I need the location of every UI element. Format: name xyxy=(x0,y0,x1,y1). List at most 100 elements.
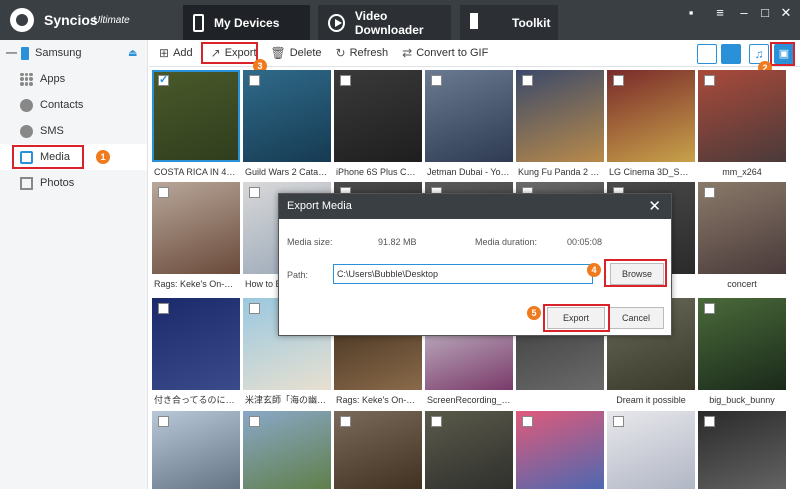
media-duration-label: Media duration: xyxy=(475,237,538,247)
dialog-title-text: Export Media xyxy=(287,200,352,212)
tab-video-downloader[interactable]: Video Downloader xyxy=(318,5,451,40)
list-view-icon[interactable] xyxy=(697,44,717,64)
sidebar-item-media[interactable]: Media xyxy=(0,144,147,170)
media-tile[interactable] xyxy=(334,411,422,489)
tile-checkbox[interactable] xyxy=(158,303,169,314)
tile-checkbox[interactable] xyxy=(522,75,533,86)
tile-caption: mm_x264 xyxy=(698,162,786,182)
media-tile[interactable]: Rags: Keke's On-Set ... xyxy=(152,182,240,294)
tile-caption: concert xyxy=(698,274,786,294)
export-icon: ↗ xyxy=(210,46,221,60)
close-icon[interactable]: ✕ xyxy=(778,5,794,21)
video-thumbnail xyxy=(243,70,331,162)
chat-icon[interactable]: ▪ xyxy=(683,5,699,20)
photos-icon xyxy=(20,176,33,190)
tile-checkbox[interactable] xyxy=(249,75,260,86)
delete-button[interactable]: 🗑 Delete xyxy=(271,43,322,63)
convert-gif-button[interactable]: ⇄ Convert to GIF xyxy=(402,43,488,63)
menu-icon[interactable]: ≡ xyxy=(712,5,728,20)
video-thumbnail xyxy=(334,70,422,162)
sidebar-item-apps[interactable]: Apps xyxy=(0,66,147,92)
trash-icon: 🗑 xyxy=(270,46,286,60)
media-tile[interactable]: Jetman Dubai - You... xyxy=(425,70,513,182)
tile-checkbox[interactable] xyxy=(522,416,533,427)
refresh-icon: ↻ xyxy=(335,46,346,60)
tile-caption: Rags: Keke's On-Set ... xyxy=(334,390,422,410)
video-icon[interactable]: ▣ xyxy=(774,44,794,64)
browse-button[interactable]: Browse xyxy=(610,263,664,285)
tile-caption: Dream it possible xyxy=(607,390,695,410)
tab-my-devices-label: My Devices xyxy=(214,15,280,30)
device-row[interactable]: — Samsung ⏏ xyxy=(0,40,147,66)
sidebar-item-sms[interactable]: SMS xyxy=(0,118,147,144)
eject-icon[interactable]: ⏏ xyxy=(128,48,137,59)
tile-checkbox[interactable] xyxy=(158,416,169,427)
media-icon xyxy=(20,150,33,164)
tile-caption: Jetman Dubai - You... xyxy=(425,162,513,182)
media-tile[interactable]: big_buck_bunny xyxy=(698,298,786,410)
tile-checkbox[interactable] xyxy=(704,303,715,314)
sidebar-item-contacts[interactable]: Contacts xyxy=(0,92,147,118)
tile-checkbox[interactable] xyxy=(704,75,715,86)
tile-checkbox[interactable] xyxy=(340,75,351,86)
media-tile[interactable]: iPhone 6S Plus Came... xyxy=(334,70,422,182)
media-tile[interactable]: 付き合ってるのに片思い xyxy=(152,298,240,410)
tile-checkbox[interactable] xyxy=(340,416,351,427)
minimize-icon[interactable]: – xyxy=(736,5,752,20)
video-thumbnail xyxy=(243,411,331,489)
dialog-cancel-button[interactable]: Cancel xyxy=(608,307,664,329)
media-tile[interactable] xyxy=(607,411,695,489)
media-size-label: Media size: xyxy=(287,237,333,247)
sidebar-item-photos[interactable]: Photos xyxy=(0,170,147,196)
path-input[interactable] xyxy=(333,264,593,284)
media-tile[interactable]: LG Cinema 3D_Sum... xyxy=(607,70,695,182)
media-tile[interactable]: mm_x264 xyxy=(698,70,786,182)
add-button[interactable]: ⊞ Add xyxy=(159,43,193,63)
dialog-close-icon[interactable]: ✕ xyxy=(648,194,661,219)
refresh-button[interactable]: ↻ Refresh xyxy=(336,43,389,63)
media-tile[interactable] xyxy=(243,411,331,489)
media-tile[interactable] xyxy=(152,411,240,489)
sidebar-item-label: Apps xyxy=(40,73,66,85)
sidebar-item-label: Contacts xyxy=(40,99,84,111)
tile-caption xyxy=(516,390,604,410)
tile-checkbox[interactable] xyxy=(613,75,624,86)
media-tile[interactable]: COSTA RICA IN 4K 60... xyxy=(152,70,240,182)
tab-toolkit[interactable]: Toolkit xyxy=(460,5,558,40)
tab-my-devices[interactable]: My Devices xyxy=(183,5,310,40)
tile-checkbox[interactable] xyxy=(431,75,442,86)
sidebar-item-label: SMS xyxy=(40,125,64,137)
step-badge-1: 1 xyxy=(96,150,110,164)
media-tile[interactable]: Guild Wars 2 Cataco... xyxy=(243,70,331,182)
tile-checkbox[interactable] xyxy=(704,416,715,427)
toolbar: ⊞ Add ↗ Export 🗑 Delete ↻ Refresh ⇄ Convert t… xyxy=(149,40,800,67)
dialog-export-button[interactable]: Export xyxy=(547,307,605,329)
media-tile[interactable] xyxy=(698,411,786,489)
tile-checkbox[interactable] xyxy=(249,303,260,314)
tile-checkbox[interactable] xyxy=(249,187,260,198)
tile-checkbox[interactable] xyxy=(158,73,169,86)
grid-view-icon[interactable] xyxy=(721,44,741,64)
video-thumbnail xyxy=(425,411,513,489)
tile-checkbox[interactable] xyxy=(431,416,442,427)
tile-caption: Guild Wars 2 Cataco... xyxy=(243,162,331,182)
tile-caption: ScreenRecording_01-... xyxy=(425,390,513,410)
video-thumbnail xyxy=(425,70,513,162)
tile-caption: Kung Fu Panda 2 Trai... xyxy=(516,162,604,182)
maximize-icon[interactable]: □ xyxy=(757,5,773,20)
tile-checkbox[interactable] xyxy=(158,187,169,198)
device-name: Samsung xyxy=(35,47,82,59)
tile-checkbox[interactable] xyxy=(613,416,624,427)
app-name: Syncios xyxy=(44,12,98,28)
collapse-icon[interactable]: — xyxy=(6,47,17,59)
sms-icon xyxy=(20,124,33,138)
media-tile[interactable] xyxy=(516,411,604,489)
tab-video-downloader-label: Video Downloader xyxy=(354,8,424,37)
tile-checkbox[interactable] xyxy=(704,187,715,198)
media-tile[interactable] xyxy=(425,411,513,489)
export-button[interactable]: ↗ Export xyxy=(211,43,257,63)
tile-checkbox[interactable] xyxy=(249,416,260,427)
media-tile[interactable]: concert xyxy=(698,182,786,294)
path-label: Path: xyxy=(287,270,309,280)
media-tile[interactable]: Kung Fu Panda 2 Trai... xyxy=(516,70,604,182)
